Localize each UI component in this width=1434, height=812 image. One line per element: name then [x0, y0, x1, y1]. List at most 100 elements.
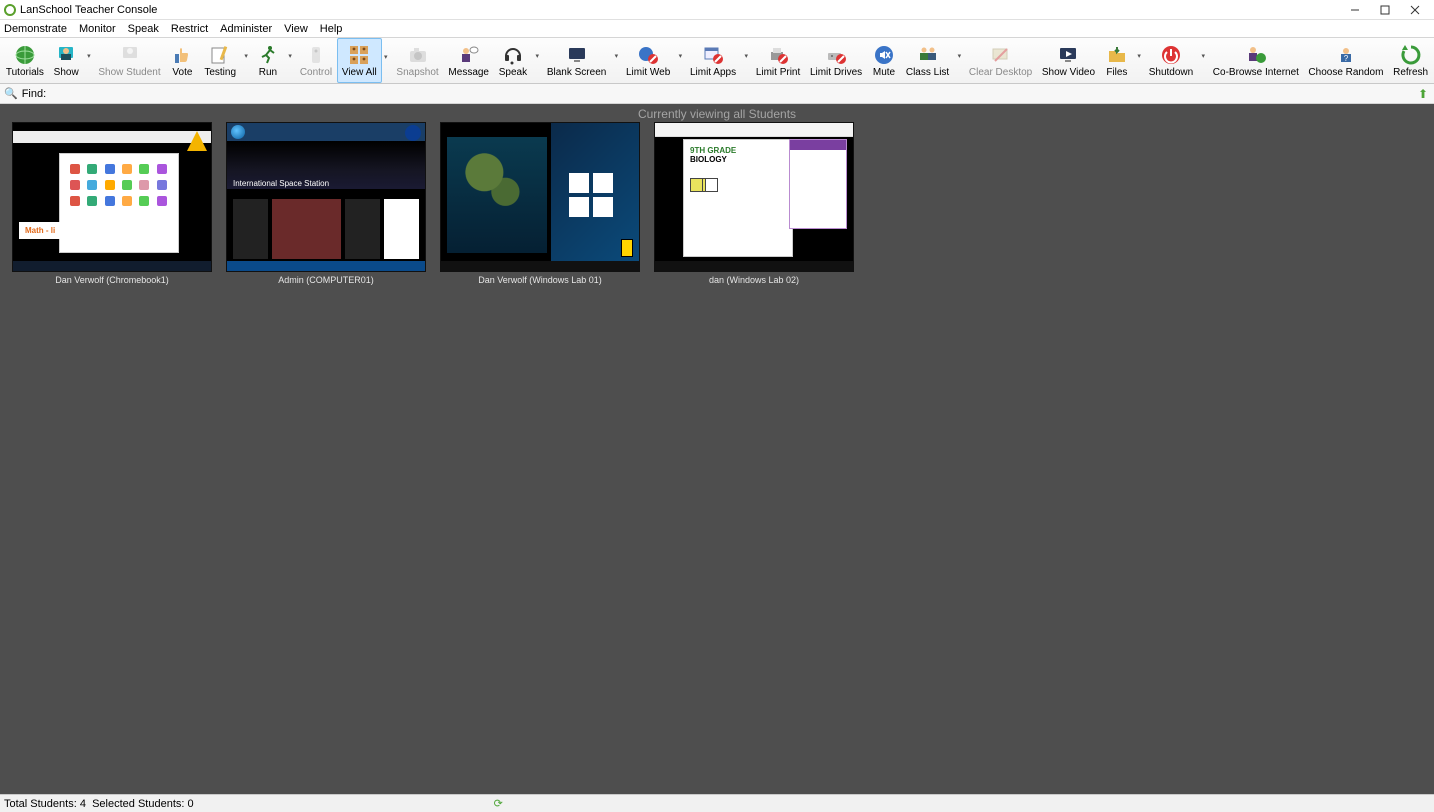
- student-caption: Dan Verwolf (Windows Lab 01): [478, 275, 602, 285]
- student-thumbnail[interactable]: Dan Verwolf (Windows Lab 01): [440, 122, 640, 285]
- toolbar-show-video-label: Show Video: [1042, 67, 1095, 78]
- toolbar-blank-screen-label: Blank Screen: [547, 67, 606, 78]
- toolbar-show-video-button[interactable]: Show Video: [1037, 38, 1100, 83]
- toolbar-class-list-button[interactable]: Class List ▾: [901, 38, 954, 83]
- toolbar-limit-web-label: Limit Web: [626, 67, 670, 78]
- thumb-bio-label: BIOLOGY: [690, 155, 786, 164]
- toolbar-limit-print-button[interactable]: Limit Print: [751, 38, 805, 83]
- toolbar-limit-drives-label: Limit Drives: [810, 67, 862, 78]
- toolbar-mute-button[interactable]: Mute: [867, 38, 901, 83]
- toolbar-class-list-label: Class List: [906, 67, 949, 78]
- student-thumbnail[interactable]: 9TH GRADEBIOLOGY dan (Windows Lab 02): [654, 122, 854, 285]
- student-indicator-icon: ⬆: [1418, 87, 1430, 101]
- toolbar-testing-label: Testing: [204, 67, 236, 78]
- person-cyan-icon: [55, 44, 77, 66]
- toolbar-show-button[interactable]: Show ▾: [49, 38, 84, 83]
- toolbar-testing-button[interactable]: Testing ▾: [199, 38, 240, 83]
- thumb-math-label: Math - li: [19, 222, 61, 239]
- menu-view[interactable]: View: [284, 23, 308, 35]
- toolbar-tutorials-button[interactable]: Tutorials: [1, 38, 49, 83]
- dropdown-arrow-icon[interactable]: ▾: [244, 52, 248, 60]
- toolbar-control-button: Control: [295, 38, 337, 83]
- refresh-status-icon: ⟳: [494, 797, 503, 810]
- desk-clear-icon: [990, 44, 1012, 66]
- statusbar: Total Students: 4 Selected Students: 0 ⟳: [0, 794, 1434, 812]
- dropdown-arrow-icon[interactable]: ▾: [744, 52, 748, 60]
- workspace: Currently viewing all Students Math - li…: [0, 104, 1434, 794]
- thumb-iss-label: International Space Station: [233, 179, 329, 188]
- toolbar: Tutorials Show ▾ Show Student Vote Testi…: [0, 38, 1434, 84]
- toolbar-blank-screen-button[interactable]: Blank Screen ▾: [542, 38, 611, 83]
- toolbar-show-label: Show: [54, 67, 79, 78]
- monitor-blank-icon: [566, 44, 588, 66]
- toolbar-clear-desktop-button: Clear Desktop: [964, 38, 1037, 83]
- toolbar-run-button[interactable]: Run ▾: [251, 38, 285, 83]
- toolbar-limit-print-label: Limit Print: [756, 67, 800, 78]
- dropdown-arrow-icon[interactable]: ▾: [536, 52, 540, 60]
- status-total: Total Students: 4 Selected Students: 0: [4, 798, 194, 810]
- toolbar-show-student-button: Show Student: [94, 38, 166, 83]
- dropdown-arrow-icon[interactable]: ▾: [958, 52, 962, 60]
- menu-administer[interactable]: Administer: [220, 23, 272, 35]
- dropdown-arrow-icon[interactable]: ▾: [384, 53, 388, 61]
- toolbar-tutorials-label: Tutorials: [6, 67, 44, 78]
- toolbar-limit-drives-button[interactable]: Limit Drives: [805, 38, 867, 83]
- runner-icon: [257, 44, 279, 66]
- find-input[interactable]: [50, 88, 1414, 100]
- app-icon: [4, 4, 16, 16]
- student-thumbnail[interactable]: International Space Station Admin (COMPU…: [226, 122, 426, 285]
- close-button[interactable]: [1400, 1, 1430, 19]
- maximize-button[interactable]: [1370, 1, 1400, 19]
- remote-icon: [305, 44, 327, 66]
- window-block-icon: [702, 44, 724, 66]
- toolbar-files-button[interactable]: Files ▾: [1100, 38, 1134, 83]
- power-icon: [1160, 44, 1182, 66]
- minimize-button[interactable]: [1340, 1, 1370, 19]
- toolbar-cobrowse-button[interactable]: Co-Browse Internet: [1208, 38, 1304, 83]
- menu-monitor[interactable]: Monitor: [79, 23, 116, 35]
- dropdown-arrow-icon[interactable]: ▾: [1202, 52, 1206, 60]
- toolbar-snapshot-button: Snapshot: [392, 38, 444, 83]
- view-banner: Currently viewing all Students: [0, 104, 1434, 122]
- toolbar-choose-random-button[interactable]: ? Choose Random: [1304, 38, 1389, 83]
- people-list-icon: [917, 44, 939, 66]
- toolbar-cobrowse-label: Co-Browse Internet: [1213, 67, 1299, 78]
- menubar: Demonstrate Monitor Speak Restrict Admin…: [0, 20, 1434, 38]
- student-thumbnail[interactable]: Math - li Dan Verwolf (Chromebook1): [12, 122, 212, 285]
- dropdown-arrow-icon[interactable]: ▾: [679, 52, 683, 60]
- toolbar-speak-button[interactable]: Speak ▾: [494, 38, 532, 83]
- printer-block-icon: [767, 44, 789, 66]
- toolbar-run-label: Run: [259, 67, 277, 78]
- student-caption: Dan Verwolf (Chromebook1): [55, 275, 169, 285]
- camera-icon: [407, 44, 429, 66]
- toolbar-limit-apps-button[interactable]: Limit Apps ▾: [685, 38, 741, 83]
- toolbar-limit-web-button[interactable]: Limit Web ▾: [621, 38, 675, 83]
- dropdown-arrow-icon[interactable]: ▾: [87, 52, 91, 60]
- person-gray-icon: [119, 44, 141, 66]
- toolbar-choose-random-label: Choose Random: [1308, 67, 1383, 78]
- dropdown-arrow-icon[interactable]: ▾: [615, 52, 619, 60]
- student-caption: Admin (COMPUTER01): [278, 275, 374, 285]
- dropdown-arrow-icon[interactable]: ▾: [288, 52, 292, 60]
- refresh-icon: [1400, 44, 1422, 66]
- pencil-paper-icon: [209, 44, 231, 66]
- toolbar-vote-label: Vote: [172, 67, 192, 78]
- find-label: Find:: [22, 88, 46, 100]
- search-icon: 🔍: [4, 87, 18, 100]
- toolbar-refresh-button[interactable]: Refresh: [1388, 38, 1433, 83]
- menu-help[interactable]: Help: [320, 23, 343, 35]
- people-grid-icon: [348, 44, 370, 66]
- menu-speak[interactable]: Speak: [128, 23, 159, 35]
- toolbar-view-all-button[interactable]: View All ▾: [337, 38, 382, 83]
- student-caption: dan (Windows Lab 02): [709, 275, 799, 285]
- toolbar-vote-button[interactable]: Vote: [165, 38, 199, 83]
- toolbar-control-label: Control: [300, 67, 332, 78]
- menu-demonstrate[interactable]: Demonstrate: [4, 23, 67, 35]
- toolbar-message-button[interactable]: Message: [444, 38, 494, 83]
- drive-block-icon: [825, 44, 847, 66]
- toolbar-limit-apps-label: Limit Apps: [690, 67, 736, 78]
- dropdown-arrow-icon[interactable]: ▾: [1137, 52, 1141, 60]
- menu-restrict[interactable]: Restrict: [171, 23, 208, 35]
- toolbar-snapshot-label: Snapshot: [396, 67, 438, 78]
- toolbar-shutdown-button[interactable]: Shutdown ▾: [1144, 38, 1198, 83]
